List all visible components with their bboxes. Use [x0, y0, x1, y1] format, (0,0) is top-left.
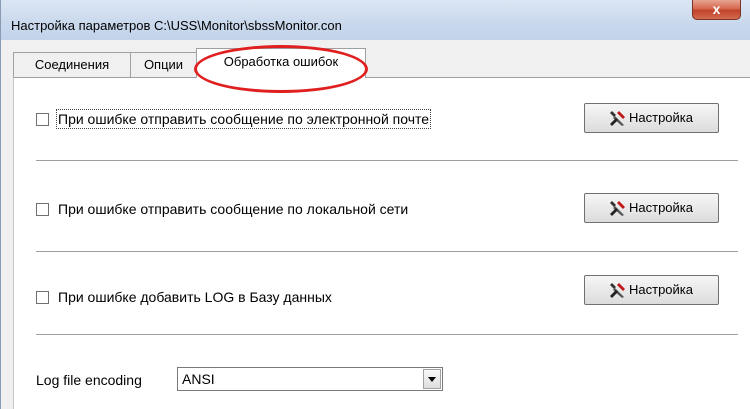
lan-checkbox[interactable] [36, 203, 49, 216]
chevron-down-icon[interactable] [423, 369, 441, 389]
tab-options[interactable]: Опции [130, 52, 197, 77]
tools-icon [610, 111, 625, 126]
tools-icon [610, 283, 625, 298]
highlight-annotation [194, 45, 368, 93]
window-title: Настройка параметров C:\USS\Monitor\sbss… [11, 18, 342, 33]
tab-panel: При ошибке отправить сообщение по электр… [13, 77, 750, 409]
tab-label: Опции [143, 57, 184, 72]
lan-option-label[interactable]: При ошибке отправить сообщение по локаль… [58, 201, 408, 217]
tab-connections[interactable]: Соединения [13, 52, 131, 77]
setup-button-label: Настройка [629, 200, 693, 215]
log-encoding-label: Log file encoding [36, 372, 142, 388]
separator [36, 160, 738, 162]
email-setup-button[interactable]: Настройка [584, 103, 719, 133]
close-icon: x [712, 1, 721, 17]
title-bar[interactable]: Настройка параметров C:\USS\Monitor\sbss… [1, 0, 750, 40]
separator [36, 334, 738, 336]
setup-button-label: Настройка [629, 110, 693, 125]
db-log-setup-button[interactable]: Настройка [584, 275, 719, 305]
close-button[interactable]: x [692, 0, 741, 20]
tools-icon [610, 201, 625, 216]
log-encoding-value: ANSI [182, 371, 215, 387]
lan-setup-button[interactable]: Настройка [584, 193, 719, 223]
tab-label: Соединения [34, 57, 110, 72]
email-option-label[interactable]: При ошибке отправить сообщение по электр… [55, 109, 432, 129]
settings-window: Настройка параметров C:\USS\Monitor\sbss… [0, 0, 750, 409]
setup-button-label: Настройка [629, 282, 693, 297]
db-log-option-label[interactable]: При ошибке добавить LOG в Базу данных [58, 289, 332, 305]
db-log-checkbox[interactable] [36, 291, 49, 304]
email-checkbox[interactable] [36, 113, 49, 126]
separator [36, 251, 738, 253]
log-encoding-select[interactable]: ANSI [177, 367, 443, 391]
